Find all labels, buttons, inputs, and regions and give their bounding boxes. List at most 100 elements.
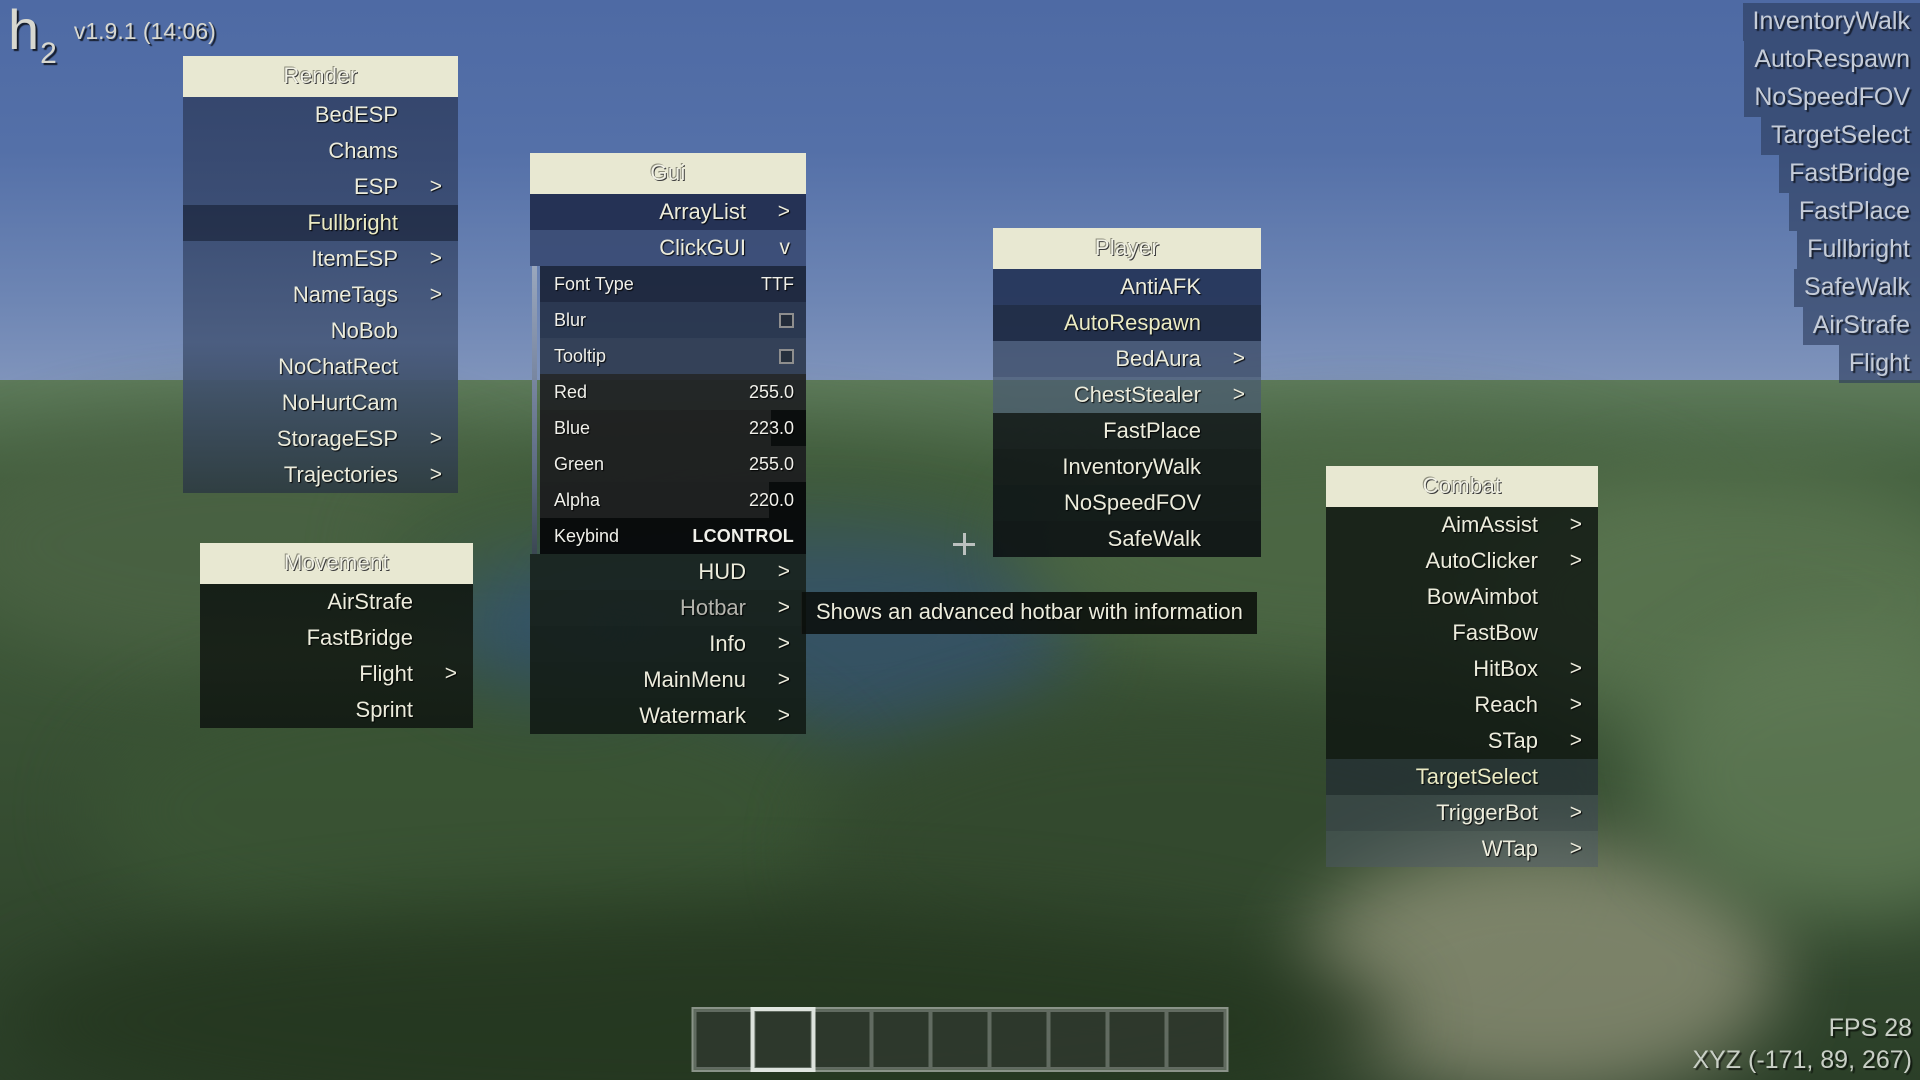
module-row-fastbow[interactable]: FastBow <box>1326 615 1598 651</box>
module-row-nochatrect[interactable]: NoChatRect <box>183 349 458 385</box>
module-row-nobob[interactable]: NoBob <box>183 313 458 349</box>
chevron-right-icon[interactable]: > <box>430 421 442 457</box>
checkbox-tooltip[interactable] <box>779 349 794 364</box>
hotbar-slot[interactable] <box>1166 1010 1226 1069</box>
menu-player-title[interactable]: Player <box>993 228 1261 269</box>
chevron-right-icon[interactable]: > <box>1233 341 1245 377</box>
module-row-hud[interactable]: HUD > <box>530 554 806 590</box>
module-row-bedesp[interactable]: BedESP <box>183 97 458 133</box>
chevron-right-icon[interactable]: > <box>445 656 457 692</box>
module-row-clickgui[interactable]: ClickGUI v <box>530 230 806 266</box>
module-row-storageesp[interactable]: StorageESP > <box>183 421 458 457</box>
chevron-right-icon[interactable]: > <box>778 554 790 590</box>
module-row-autoclicker[interactable]: AutoClicker > <box>1326 543 1598 579</box>
setting-value[interactable]: TTF <box>761 266 794 302</box>
module-row-nospeedfov[interactable]: NoSpeedFOV <box>993 485 1261 521</box>
hotbar-slot[interactable] <box>812 1010 872 1069</box>
module-row-itemesp[interactable]: ItemESP > <box>183 241 458 277</box>
setting-value[interactable]: 223.0 <box>749 410 794 446</box>
module-row-flight[interactable]: Flight > <box>200 656 473 692</box>
module-row-targetselect[interactable]: TargetSelect <box>1326 759 1598 795</box>
menu-render-title[interactable]: Render <box>183 56 458 97</box>
module-row-cheststealer[interactable]: ChestStealer > <box>993 377 1261 413</box>
menu-combat-title[interactable]: Combat <box>1326 466 1598 507</box>
hotbar-slot[interactable] <box>694 1010 754 1069</box>
setting-value[interactable]: LCONTROL <box>692 518 794 554</box>
menu-player[interactable]: Player AntiAFK AutoRespawn BedAura > ChestSt… <box>993 228 1261 557</box>
module-row-airstrafe[interactable]: AirStrafe <box>200 584 473 620</box>
module-row-bowaimbot[interactable]: BowAimbot <box>1326 579 1598 615</box>
setting-row-blue[interactable]: Blue 223.0 <box>540 410 806 446</box>
hotbar-slot[interactable] <box>1048 1010 1108 1069</box>
module-row-fullbright[interactable]: Fullbright <box>183 205 458 241</box>
menu-movement[interactable]: Movement AirStrafe FastBridge Flight > Sprin… <box>200 543 473 728</box>
chevron-right-icon[interactable]: > <box>1570 651 1582 687</box>
menu-movement-title[interactable]: Movement <box>200 543 473 584</box>
chevron-right-icon[interactable]: > <box>1570 687 1582 723</box>
menu-combat[interactable]: Combat AimAssist > AutoClicker > BowAimbot Fa… <box>1326 466 1598 867</box>
setting-row-green[interactable]: Green 255.0 <box>540 446 806 482</box>
module-row-info[interactable]: Info > <box>530 626 806 662</box>
module-row-reach[interactable]: Reach > <box>1326 687 1598 723</box>
hotbar-slot[interactable] <box>871 1010 931 1069</box>
chevron-right-icon[interactable]: > <box>778 626 790 662</box>
module-row-bedaura[interactable]: BedAura > <box>993 341 1261 377</box>
module-row-chams[interactable]: Chams <box>183 133 458 169</box>
chevron-right-icon[interactable]: > <box>1570 831 1582 867</box>
menu-gui-title[interactable]: Gui <box>530 153 806 194</box>
chevron-right-icon[interactable]: > <box>778 590 790 626</box>
hotbar-slot[interactable] <box>989 1010 1049 1069</box>
hotbar-slot[interactable] <box>930 1010 990 1069</box>
chevron-right-icon[interactable]: > <box>1570 723 1582 759</box>
module-row-esp[interactable]: ESP > <box>183 169 458 205</box>
module-row-nametags[interactable]: NameTags > <box>183 277 458 313</box>
chevron-right-icon[interactable]: > <box>430 169 442 205</box>
module-row-watermark[interactable]: Watermark > <box>530 698 806 734</box>
checkbox-blur[interactable] <box>779 313 794 328</box>
menu-render[interactable]: Render BedESP Chams ESP > Fullbright ItemESP >… <box>183 56 458 493</box>
setting-row-blur[interactable]: Blur <box>540 302 806 338</box>
module-row-mainmenu[interactable]: MainMenu > <box>530 662 806 698</box>
module-row-hotbar[interactable]: Hotbar > <box>530 590 806 626</box>
setting-row-tooltip[interactable]: Tooltip <box>540 338 806 374</box>
chevron-right-icon[interactable]: > <box>430 241 442 277</box>
chevron-right-icon[interactable]: > <box>1570 543 1582 579</box>
module-row-inventorywalk[interactable]: InventoryWalk <box>993 449 1261 485</box>
chevron-right-icon[interactable]: > <box>778 662 790 698</box>
chevron-right-icon[interactable]: > <box>1570 507 1582 543</box>
chevron-right-icon[interactable]: > <box>1570 795 1582 831</box>
module-row-sprint[interactable]: Sprint <box>200 692 473 728</box>
module-row-arraylist[interactable]: ArrayList > <box>530 194 806 230</box>
module-row-aimassist[interactable]: AimAssist > <box>1326 507 1598 543</box>
module-row-stap[interactable]: STap > <box>1326 723 1598 759</box>
hud-coords: XYZ (-171, 89, 267) <box>1692 1046 1912 1074</box>
chevron-right-icon[interactable]: > <box>778 698 790 734</box>
module-row-safewalk[interactable]: SafeWalk <box>993 521 1261 557</box>
hotbar-slot[interactable] <box>750 1007 816 1072</box>
arraylist-item: FastBridge <box>1779 155 1920 193</box>
hotbar[interactable] <box>691 1007 1229 1072</box>
module-row-triggerbot[interactable]: TriggerBot > <box>1326 795 1598 831</box>
chevron-down-icon[interactable]: v <box>780 230 791 266</box>
chevron-right-icon[interactable]: > <box>1233 377 1245 413</box>
menu-gui[interactable]: Gui ArrayList > ClickGUI v Font Type TTF Blur… <box>530 153 806 734</box>
module-row-trajectories[interactable]: Trajectories > <box>183 457 458 493</box>
setting-row-alpha[interactable]: Alpha 220.0 <box>540 482 806 518</box>
module-row-hitbox[interactable]: HitBox > <box>1326 651 1598 687</box>
module-row-autorespawn[interactable]: AutoRespawn <box>993 305 1261 341</box>
module-row-antiafk[interactable]: AntiAFK <box>993 269 1261 305</box>
module-row-wtap[interactable]: WTap > <box>1326 831 1598 867</box>
chevron-right-icon[interactable]: > <box>430 277 442 313</box>
chevron-right-icon[interactable]: > <box>778 194 790 230</box>
setting-row-red[interactable]: Red 255.0 <box>540 374 806 410</box>
module-row-nohurtcam[interactable]: NoHurtCam <box>183 385 458 421</box>
setting-value[interactable]: 255.0 <box>749 446 794 482</box>
setting-value[interactable]: 255.0 <box>749 374 794 410</box>
module-row-fastplace[interactable]: FastPlace <box>993 413 1261 449</box>
setting-row-font-type[interactable]: Font Type TTF <box>540 266 806 302</box>
setting-row-keybind[interactable]: Keybind LCONTROL <box>540 518 806 554</box>
hotbar-slot[interactable] <box>1107 1010 1167 1069</box>
module-row-fastbridge[interactable]: FastBridge <box>200 620 473 656</box>
chevron-right-icon[interactable]: > <box>430 457 442 493</box>
setting-value[interactable]: 220.0 <box>749 482 794 518</box>
